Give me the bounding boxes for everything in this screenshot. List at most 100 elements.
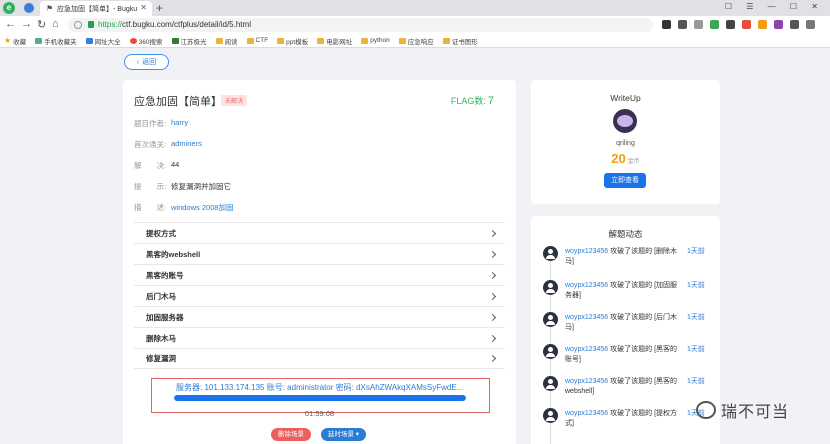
- menu-icon[interactable]: [806, 20, 815, 29]
- task-item[interactable]: 删除木马: [134, 327, 505, 348]
- globe-icon: [85, 37, 93, 44]
- solver-link[interactable]: woypx123456: [565, 346, 608, 353]
- extension-icons: [662, 20, 815, 29]
- solves-feed-card: 解题动态 woypx123456 攻破了该题的 [删除木马] 1天前 woypx…: [531, 216, 720, 444]
- list-item: woypx123456 攻破了该题的 [黑客的webshell] 1天前: [543, 376, 718, 406]
- extension-purple-icon[interactable]: [774, 20, 783, 29]
- chevron-right-icon: [488, 271, 497, 279]
- share-icon[interactable]: [678, 20, 687, 29]
- solver-link[interactable]: woypx123456: [565, 248, 608, 255]
- user-icon: [543, 280, 558, 295]
- time-progress-bar: [174, 395, 466, 401]
- solver-link[interactable]: woypx123456: [565, 378, 608, 385]
- view-writeup-button[interactable]: 立即查看: [604, 173, 646, 188]
- user-icon: [543, 408, 558, 423]
- star-icon: ★: [4, 35, 12, 45]
- window-controls[interactable]: ☐ ☰ — ☐ ✕: [725, 2, 824, 11]
- user-icon: [543, 344, 558, 359]
- watermark: 瑞不可当: [696, 398, 789, 422]
- list-item: woypx123456 攻破了该题的 [删除木马] 1天前: [543, 246, 718, 276]
- info-first-blood: 首次通关: adminers: [134, 139, 202, 150]
- first-blood-link[interactable]: adminers: [171, 139, 202, 150]
- user-icon: [543, 246, 558, 261]
- phone-icon: [35, 37, 43, 44]
- download-icon[interactable]: [790, 20, 799, 29]
- bookmark-folder[interactable]: CTF: [246, 37, 268, 44]
- forward-arrow-icon[interactable]: →: [21, 18, 32, 30]
- bookmark-item[interactable]: 网址大全: [85, 36, 121, 46]
- site-info-icon[interactable]: [74, 21, 82, 29]
- tab-close-icon[interactable]: ✕: [140, 3, 147, 12]
- writeup-title: WriteUp: [610, 93, 641, 103]
- task-item[interactable]: 修复漏洞: [134, 348, 505, 369]
- bookmark-star-icon[interactable]: [694, 20, 703, 29]
- home-icon[interactable]: ⌂: [52, 18, 59, 30]
- page-title: 应急加固【简单】: [134, 96, 222, 108]
- task-item[interactable]: 黑客的webshell: [134, 243, 505, 264]
- info-hint: 提 示: 修复漏洞并加固它: [134, 182, 231, 191]
- chevron-right-icon: [488, 313, 497, 321]
- solver-link[interactable]: woypx123456: [565, 314, 608, 321]
- author-link[interactable]: harry: [171, 118, 188, 129]
- writeup-author: qriling: [616, 140, 635, 147]
- chevron-left-icon: ‹: [136, 58, 140, 66]
- folder-icon: [361, 37, 369, 44]
- solver-link[interactable]: woypx123456: [565, 282, 608, 289]
- list-item: woypx123456 攻破了该题的 [后门木马] 1天前: [543, 312, 718, 342]
- list-item: woypx123456 攻破了该题的 [黑客的账号] 1天前: [543, 344, 718, 374]
- back-button[interactable]: ‹ 返回: [124, 54, 169, 70]
- writeup-card: WriteUp qriling 20 金币 立即查看: [531, 80, 720, 204]
- task-list: 提权方式 黑客的webshell 黑客的账号 后门木马 加固服务器 删除木马 修…: [134, 222, 505, 369]
- folder-icon: [215, 37, 223, 44]
- url-text: https://ctf.bugku.com/ctfplus/detail/id/…: [98, 20, 251, 29]
- bookmark-folder[interactable]: 应急响应: [398, 36, 434, 46]
- url-input[interactable]: https://ctf.bugku.com/ctfplus/detail/id/…: [68, 18, 653, 32]
- bookmark-folder[interactable]: 阅读: [215, 36, 238, 46]
- bookmark-folder[interactable]: 证书图形: [442, 36, 478, 46]
- task-item[interactable]: 提权方式: [134, 222, 505, 243]
- flag-count: FLAG数: 7: [450, 95, 494, 107]
- extension-green-icon[interactable]: [710, 20, 719, 29]
- destroy-scene-button[interactable]: 删除场景: [271, 428, 311, 441]
- tab-title: 应急加固【简单】- Bugku C: [57, 6, 137, 13]
- chevron-right-icon: [488, 334, 497, 342]
- bookmark-folder[interactable]: 电影网址: [317, 36, 352, 46]
- scissors-icon[interactable]: [726, 20, 735, 29]
- folder-icon: [277, 37, 285, 44]
- bookmark-folder[interactable]: ppt模板: [277, 36, 308, 46]
- wechat-icon: [696, 401, 716, 419]
- lightning-icon[interactable]: [662, 20, 671, 29]
- browser-logo-icon[interactable]: e: [3, 2, 15, 14]
- solves-title: 解题动态: [608, 229, 643, 239]
- solver-link[interactable]: woypx123456: [565, 410, 608, 417]
- info-description: 描 述: windows 2008加固: [134, 203, 234, 212]
- task-item[interactable]: 黑客的账号: [134, 264, 505, 285]
- bookmark-item[interactable]: 江苏极光: [171, 36, 207, 46]
- extension-orange-icon[interactable]: [758, 20, 767, 29]
- folder-icon: [246, 37, 254, 44]
- server-info-box: 服务器: 101.133.174.135 账号: administrator 密…: [151, 378, 490, 413]
- folder-icon: [317, 37, 325, 44]
- tab-favicon-icon: ⚑: [46, 4, 54, 13]
- avatar[interactable]: [613, 109, 637, 133]
- folder-icon: [442, 37, 450, 44]
- bookmark-item[interactable]: 360搜索: [129, 36, 163, 46]
- extension-red-icon[interactable]: [742, 20, 751, 29]
- user-icon: [543, 312, 558, 327]
- browser-tab-active[interactable]: ⚑ 应急加固【简单】- Bugku C ✕: [40, 1, 152, 16]
- bookmark-item[interactable]: ★ 收藏: [4, 36, 26, 46]
- reload-icon[interactable]: ↻: [37, 18, 46, 31]
- back-arrow-icon[interactable]: ←: [5, 18, 16, 30]
- chevron-right-icon: [488, 229, 497, 237]
- task-item[interactable]: 加固服务器: [134, 306, 505, 327]
- chevron-right-icon: [488, 292, 497, 300]
- compass-icon[interactable]: [24, 3, 34, 13]
- progress-fill: [174, 395, 466, 401]
- bookmark-folder[interactable]: python: [361, 37, 390, 44]
- bookmark-item[interactable]: 手机收藏夹: [35, 36, 77, 46]
- bookmarks-bar: ★ 收藏 手机收藏夹 网址大全 360搜索 江苏极光 阅读 CTF ppt模板 电…: [0, 34, 830, 48]
- extend-scene-button[interactable]: 延时场景 ▾: [321, 428, 367, 441]
- task-item[interactable]: 后门木马: [134, 285, 505, 306]
- new-tab-icon[interactable]: +: [156, 1, 163, 15]
- list-item: woypx123456 攻破了该题的 [加固服务器] 1天前: [543, 280, 718, 310]
